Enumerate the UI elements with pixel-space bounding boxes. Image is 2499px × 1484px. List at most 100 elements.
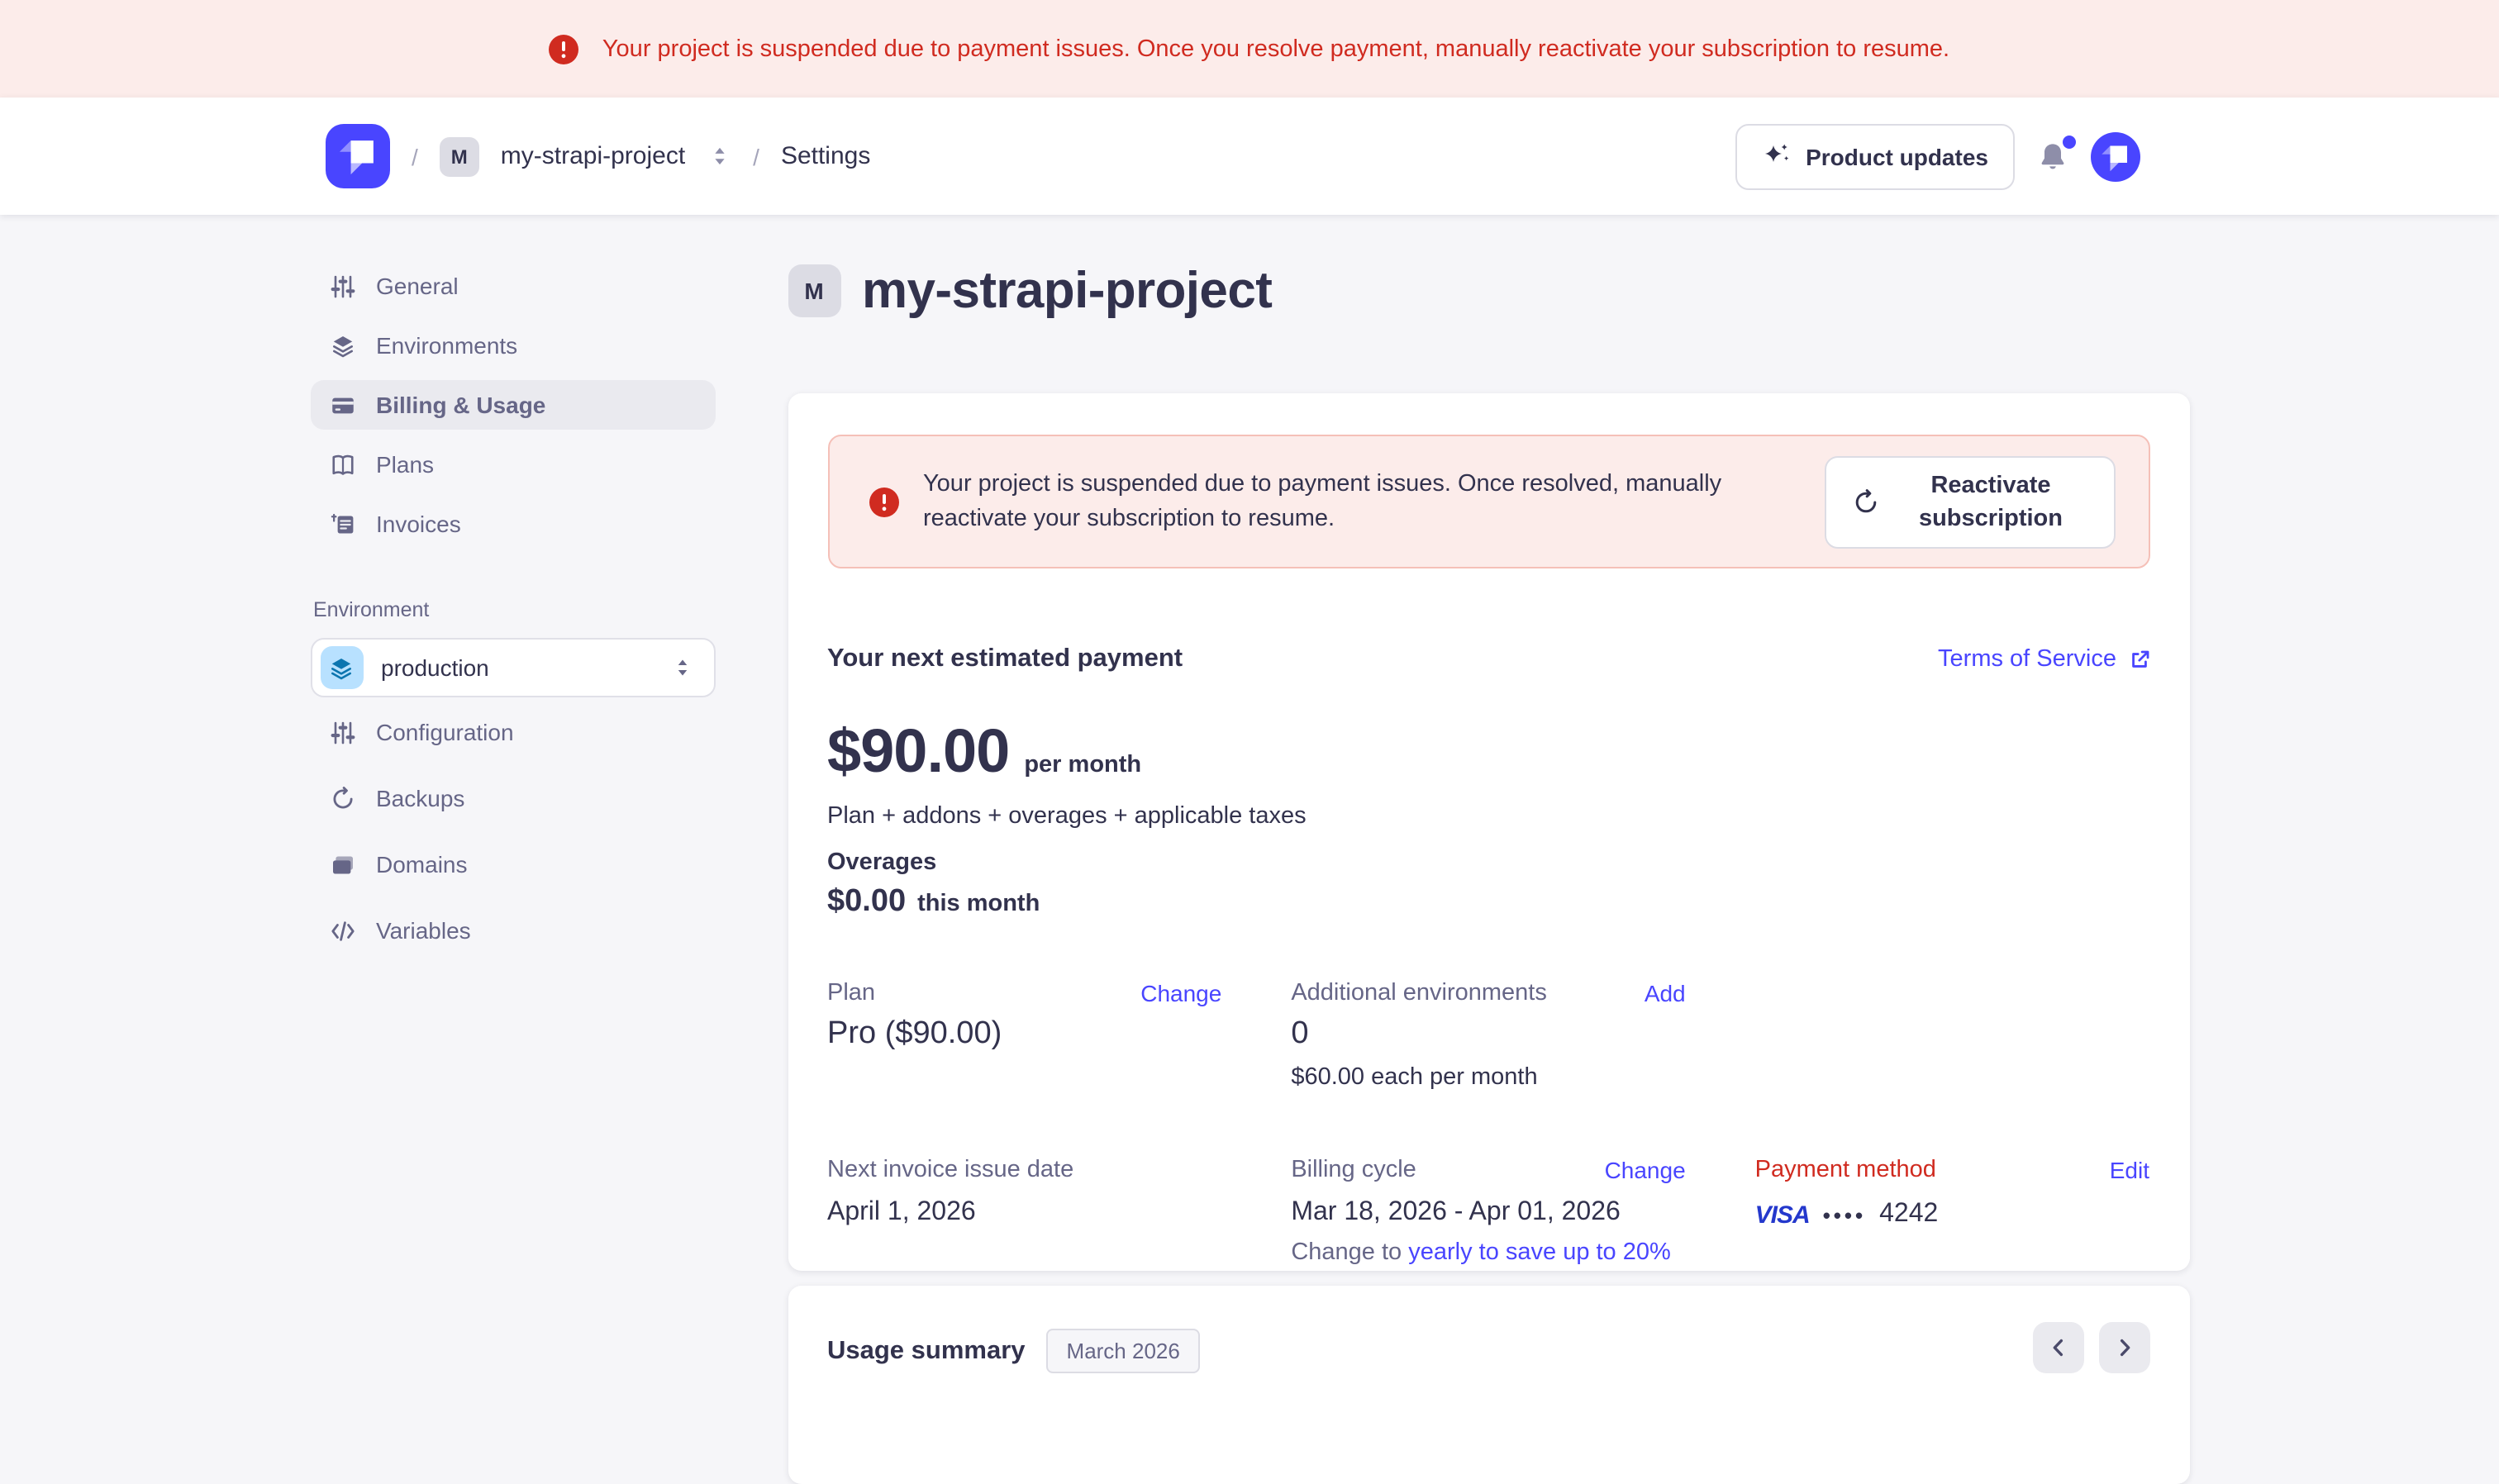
overages-period: this month: [917, 891, 1040, 917]
reactivate-subscription-label: Reactivate subscription: [1895, 469, 2087, 535]
code-icon: [330, 918, 355, 943]
change-billing-cycle-link[interactable]: Change: [1605, 1157, 1686, 1183]
alert-icon: [550, 34, 579, 64]
plan-label: Plan: [827, 980, 875, 1006]
payment-period: per month: [1024, 752, 1141, 778]
plan-grid: Plan Change Pro ($90.00) Additional envi…: [827, 980, 2149, 1091]
content-layout: General Environments Billing & Usage: [310, 261, 2189, 1484]
product-updates-button[interactable]: Product updates: [1735, 123, 2015, 189]
additional-environments-cell: Additional environments Add 0 $60.00 eac…: [1291, 980, 1685, 1091]
additional-environments-count: 0: [1291, 1016, 1685, 1053]
billing-card: Your project is suspended due to payment…: [788, 393, 2189, 1271]
estimated-payment: $90.00 per month: [827, 717, 2149, 787]
project-initial-badge: M: [440, 136, 479, 176]
invoice-icon: [330, 511, 355, 536]
terms-of-service-link[interactable]: Terms of Service: [1938, 646, 2149, 673]
environment-select-arrows-icon: [670, 656, 693, 679]
layers-icon: [330, 333, 355, 358]
external-link-icon: [2128, 649, 2149, 670]
usage-summary-heading: Usage summary: [827, 1336, 1026, 1366]
card-last4: 4242: [1879, 1200, 1938, 1230]
visa-logo: VISA: [1755, 1201, 1810, 1229]
chevron-right-icon: [2111, 1335, 2136, 1360]
suspension-notice-text: Your project is suspended due to payment…: [923, 467, 1791, 536]
sidebar-item-domains[interactable]: Domains: [310, 840, 715, 889]
billing-cycle-range: Mar 18, 2026 - Apr 01, 2026: [1291, 1198, 1685, 1228]
payment-method-cell: Payment method Edit VISA •••• 4242: [1755, 1157, 2149, 1266]
add-environment-link[interactable]: Add: [1645, 980, 1686, 1006]
refresh-icon: [1852, 488, 1878, 515]
billing-cycle-cell: Billing cycle Change Mar 18, 2026 - Apr …: [1291, 1157, 1685, 1266]
overages-label: Overages: [827, 849, 2149, 876]
notifications-bell[interactable]: [2036, 140, 2069, 173]
payment-amount: $90.00: [827, 717, 1009, 787]
sidebar-item-general[interactable]: General: [310, 261, 715, 311]
notification-dot: [2063, 135, 2076, 148]
card-masked-digits: ••••: [1823, 1202, 1866, 1227]
header-actions: Product updates: [1735, 123, 2140, 189]
sidebar-item-label: Billing & Usage: [376, 392, 545, 418]
environment-unit-price: $60.00 each per month: [1291, 1064, 1685, 1091]
billing-cycle-upsell: Change to yearly to save up to 20%: [1291, 1239, 1685, 1266]
sidebar-item-label: Backups: [376, 785, 464, 811]
next-month-button[interactable]: [2098, 1322, 2149, 1373]
sidebar-item-plans[interactable]: Plans: [310, 440, 715, 489]
payment-formula: Plan + addons + overages + applicable ta…: [827, 803, 2149, 830]
project-initial-badge: M: [788, 264, 840, 317]
payment-section-header: Your next estimated payment Terms of Ser…: [827, 644, 2149, 674]
sidebar-item-backups[interactable]: Backups: [310, 773, 715, 823]
settings-sidebar: General Environments Billing & Usage: [310, 261, 715, 1484]
sliders-icon: [330, 273, 355, 298]
environment-select[interactable]: production: [310, 638, 715, 697]
sidebar-item-label: General: [376, 273, 459, 299]
credit-card-icon: [330, 392, 355, 417]
sliders-icon: [330, 720, 355, 744]
breadcrumb-separator: /: [753, 143, 759, 169]
breadcrumb-project-name[interactable]: my-strapi-project: [501, 142, 685, 170]
sidebar-item-invoices[interactable]: Invoices: [310, 499, 715, 549]
payment-method-label: Payment method: [1755, 1157, 1936, 1183]
sidebar-item-variables[interactable]: Variables: [310, 906, 715, 955]
app-header: / M my-strapi-project / Settings Product…: [0, 98, 2499, 215]
environment-select-value: production: [381, 654, 652, 681]
chevron-left-icon: [2045, 1335, 2070, 1360]
payment-method-value: VISA •••• 4242: [1755, 1200, 2149, 1230]
sidebar-item-label: Plans: [376, 451, 434, 478]
suspension-banner-text: Your project is suspended due to payment…: [602, 36, 1949, 62]
environment-section-label: Environment: [313, 598, 715, 621]
suspension-notice: Your project is suspended due to payment…: [827, 435, 2149, 568]
strapi-cloud-app: Your project is suspended due to payment…: [0, 0, 2499, 1360]
empty-cell: [1755, 980, 2149, 1091]
billing-cycle-label: Billing cycle: [1291, 1157, 1416, 1183]
payment-heading: Your next estimated payment: [827, 644, 1183, 674]
change-to-prefix: Change to: [1291, 1239, 1408, 1266]
next-invoice-date: April 1, 2026: [827, 1198, 1221, 1228]
user-avatar[interactable]: [2091, 131, 2140, 181]
breadcrumb-section[interactable]: Settings: [781, 142, 870, 170]
previous-month-button[interactable]: [2032, 1322, 2083, 1373]
sidebar-item-billing-usage[interactable]: Billing & Usage: [310, 380, 715, 430]
plan-cell: Plan Change Pro ($90.00): [827, 980, 1221, 1091]
strapi-logo[interactable]: [326, 124, 390, 188]
breadcrumb: / M my-strapi-project / Settings: [326, 124, 1735, 188]
edit-payment-method-link[interactable]: Edit: [2110, 1157, 2149, 1183]
sidebar-item-environments[interactable]: Environments: [310, 321, 715, 370]
folder-stack-icon: [330, 852, 355, 877]
main-content: M my-strapi-project Your project is susp…: [788, 261, 2189, 1484]
sidebar-item-label: Variables: [376, 917, 471, 944]
reactivate-subscription-button[interactable]: Reactivate subscription: [1824, 455, 2115, 548]
change-plan-link[interactable]: Change: [1140, 980, 1221, 1006]
sidebar-item-configuration[interactable]: Configuration: [310, 707, 715, 757]
additional-environments-label: Additional environments: [1291, 980, 1547, 1006]
breadcrumb-separator: /: [412, 143, 418, 169]
usage-summary-card: Usage summary March 2026: [788, 1286, 2189, 1484]
sparkles-icon: [1761, 141, 1791, 171]
sidebar-item-label: Configuration: [376, 719, 514, 745]
yearly-savings-link[interactable]: yearly to save up to 20%: [1408, 1239, 1671, 1266]
project-switcher-icon[interactable]: [707, 144, 731, 169]
next-invoice-cell: Next invoice issue date April 1, 2026: [827, 1157, 1221, 1266]
sidebar-item-label: Domains: [376, 851, 468, 878]
product-updates-label: Product updates: [1806, 143, 1988, 169]
sidebar-item-label: Environments: [376, 332, 517, 359]
suspension-banner: Your project is suspended due to payment…: [0, 0, 2499, 98]
